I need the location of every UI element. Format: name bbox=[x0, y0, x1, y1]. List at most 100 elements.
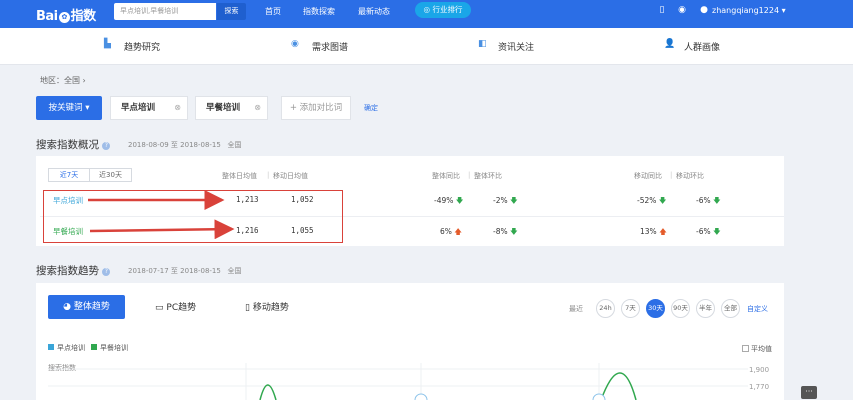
username-menu[interactable]: zhangqiang1224 ▾ bbox=[712, 6, 786, 15]
tab-label: PC趋势 bbox=[166, 303, 197, 313]
arrow-up-icon: 🡅 bbox=[659, 227, 667, 236]
custom-range-link[interactable]: 自定义 bbox=[747, 304, 768, 314]
demand-map-icon: ◉ bbox=[291, 39, 299, 49]
help-icon[interactable]: ? bbox=[102, 142, 111, 150]
checkbox[interactable] bbox=[742, 345, 749, 352]
tab-pc-trend[interactable]: ▭ PC趋势 bbox=[155, 300, 196, 313]
overall-yoy-row-1: -49% 🡇 bbox=[434, 195, 464, 208]
region: 全国 bbox=[227, 141, 242, 149]
range-half-year[interactable]: 半年 bbox=[696, 299, 715, 318]
nav-home[interactable]: 首页 bbox=[265, 6, 281, 17]
average-label: 平均值 bbox=[751, 345, 772, 353]
tab-last-30-days[interactable]: 近30天 bbox=[89, 168, 132, 182]
value: -2% bbox=[493, 196, 508, 205]
trend-title: 搜索指数趋势 ? bbox=[36, 263, 111, 278]
trend-date-range: 2018-07-17 至 2018-08-15 全国 bbox=[128, 266, 242, 276]
keyword-chip[interactable]: 早点培训 ⊗ bbox=[110, 96, 188, 120]
range-all[interactable]: 全部 bbox=[721, 299, 740, 318]
date-to: 2018-08-15 bbox=[180, 141, 221, 149]
feature-tabs: ▙ 趋势研究 ◉ 需求图谱 ◧ 资讯关注 👤 人群画像 bbox=[0, 28, 853, 65]
search-input[interactable]: 早点培训,早餐培训 bbox=[114, 3, 216, 20]
add-compare-keyword[interactable]: + 添加对比词 bbox=[281, 96, 351, 120]
arrow-down-icon: 🡇 bbox=[713, 227, 721, 236]
remove-icon[interactable]: ⊗ bbox=[254, 97, 261, 119]
people-icon: 👤 bbox=[664, 39, 676, 49]
username: zhangqiang1224 bbox=[712, 6, 780, 15]
confirm-button[interactable]: 确定 bbox=[364, 103, 378, 113]
bar-chart-icon: ▙ bbox=[104, 39, 111, 49]
nav-latest-news[interactable]: 最新动态 bbox=[358, 6, 390, 17]
header-divider: | bbox=[670, 171, 673, 179]
mobile-icon[interactable]: ▯ bbox=[656, 4, 668, 16]
remove-icon[interactable]: ⊗ bbox=[174, 97, 181, 119]
trend-title-text: 搜索指数趋势 bbox=[36, 265, 99, 277]
region-breadcrumb[interactable]: 地区：全国 › bbox=[40, 75, 86, 86]
help-icon[interactable]: ? bbox=[102, 268, 111, 276]
value: -52% bbox=[637, 196, 657, 205]
keyword-chip[interactable]: 早餐培训 ⊗ bbox=[195, 96, 268, 120]
arrow-down-icon: 🡇 bbox=[510, 227, 518, 236]
tab-overall-trend[interactable]: ◕ 整体趋势 bbox=[48, 295, 125, 319]
monitor-icon: ▭ bbox=[155, 303, 164, 313]
legend-swatch bbox=[91, 344, 97, 350]
range-label: 最近 bbox=[569, 305, 583, 313]
header-mobile-yoy: 移动同比 bbox=[634, 172, 662, 180]
header-mobile-mom: 移动环比 bbox=[676, 172, 704, 180]
tab-trend-research[interactable]: 趋势研究 bbox=[124, 40, 160, 53]
nav-index-explore[interactable]: 指数探索 bbox=[303, 6, 335, 17]
baidu-index-logo[interactable]: Bai ✿ 指数 bbox=[36, 5, 96, 24]
keyword-mode-dropdown[interactable]: 按关键词 ▾ bbox=[36, 96, 102, 120]
header-overall-avg: 整体日均值 bbox=[222, 172, 257, 180]
overview-title: 搜索指数概况 ? bbox=[36, 137, 111, 152]
value: 13% bbox=[640, 227, 657, 236]
range-30d[interactable]: 30天 bbox=[646, 299, 665, 318]
value: -6% bbox=[696, 227, 711, 236]
tab-last-7-days[interactable]: 近7天 bbox=[48, 168, 90, 182]
tab-news-attention[interactable]: 资讯关注 bbox=[498, 40, 534, 53]
logo-text-left: Bai bbox=[36, 9, 58, 24]
legend-item[interactable]: 早餐培训 bbox=[91, 343, 128, 353]
header-mobile-avg: 移动日均值 bbox=[273, 172, 308, 180]
date-sep: 至 bbox=[170, 141, 178, 149]
tab-demand-map[interactable]: 需求图谱 bbox=[312, 40, 348, 53]
logo-text-right: 指数 bbox=[70, 9, 97, 24]
tab-mobile-trend[interactable]: ▯ 移动趋势 bbox=[245, 300, 289, 313]
chat-icon[interactable]: ··· bbox=[801, 386, 817, 399]
arrow-down-icon: 🡇 bbox=[510, 196, 518, 205]
arrow-down-icon: 🡇 bbox=[455, 196, 464, 205]
industry-ranking-button[interactable]: ◎ 行业排行 bbox=[415, 2, 471, 18]
pie-icon: ◕ bbox=[63, 302, 71, 312]
search-button[interactable]: 探索 bbox=[217, 3, 246, 20]
overall-mom-row-2: -8% 🡇 bbox=[493, 226, 518, 239]
overall-yoy-row-2: 6% 🡅 bbox=[440, 226, 462, 239]
top-bar: Bai ✿ 指数 早点培训,早餐培训 探索 首页 指数探索 最新动态 ◎ 行业排行 … bbox=[0, 0, 853, 28]
keyword-label: 早点培训 bbox=[121, 103, 156, 113]
user-avatar-icon[interactable]: ● bbox=[698, 4, 710, 16]
wechat-icon[interactable]: ◉ bbox=[676, 4, 688, 16]
keyword-label: 早餐培训 bbox=[206, 103, 241, 113]
tab-label: 整体趋势 bbox=[73, 302, 110, 312]
value: 6% bbox=[440, 227, 452, 236]
header-divider: | bbox=[468, 171, 471, 179]
overview-date-range: 2018-08-09 至 2018-08-15 全国 bbox=[128, 140, 242, 150]
legend-label: 早点培训 bbox=[57, 344, 85, 352]
overview-title-text: 搜索指数概况 bbox=[36, 139, 99, 151]
series-line-early-breakfast bbox=[259, 384, 277, 400]
average-toggle[interactable]: 平均值 bbox=[742, 344, 772, 354]
legend-label: 早餐培训 bbox=[100, 344, 128, 352]
tab-crowd-portrait[interactable]: 人群画像 bbox=[684, 40, 720, 53]
range-24h[interactable]: 24h bbox=[596, 299, 615, 318]
arrow-down-icon: 🡇 bbox=[658, 196, 667, 205]
range-90d[interactable]: 90天 bbox=[671, 299, 690, 318]
range-7d[interactable]: 7天 bbox=[621, 299, 640, 318]
arrow-up-icon: 🡅 bbox=[454, 227, 463, 236]
overall-mom-row-1: -2% 🡇 bbox=[493, 195, 518, 208]
legend-swatch bbox=[48, 344, 54, 350]
tab-label: 移动趋势 bbox=[252, 303, 289, 313]
region: 全国 bbox=[227, 267, 242, 275]
chevron-down-icon: ▾ bbox=[781, 6, 786, 15]
legend-item[interactable]: 早点培训 bbox=[48, 343, 85, 353]
mobile-yoy-row-2: 13% 🡅 bbox=[640, 226, 667, 239]
mobile-mom-row-1: -6% 🡇 bbox=[696, 195, 721, 208]
value: -49% bbox=[434, 196, 454, 205]
